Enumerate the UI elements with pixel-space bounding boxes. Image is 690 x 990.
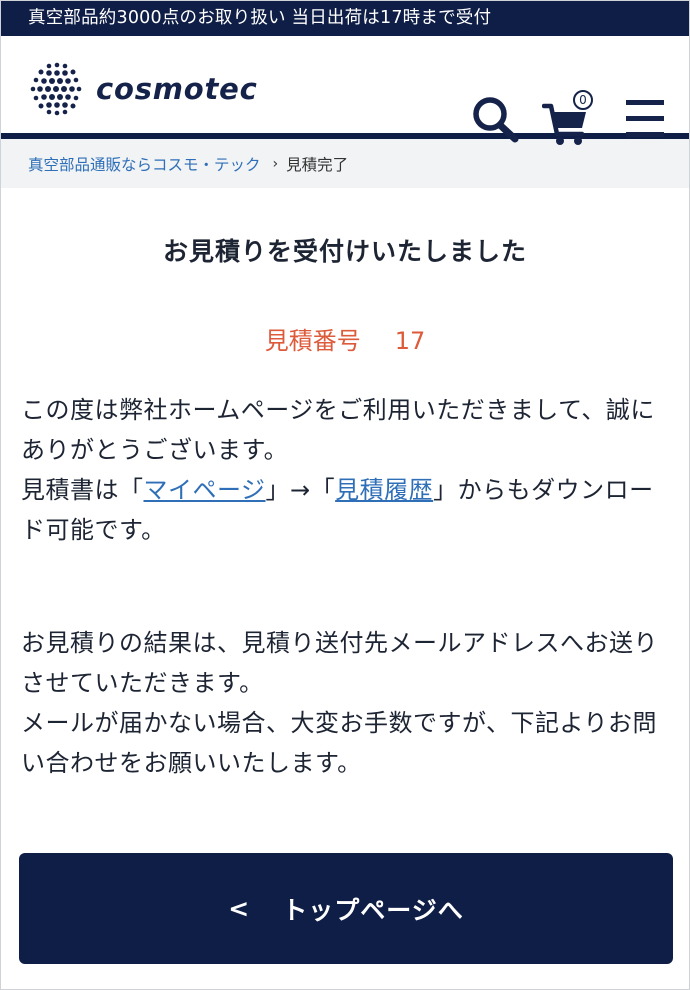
- thanks-text: この度は弊社ホームページをご利用いただきまして、誠にありがとうございます。: [21, 396, 655, 464]
- thanks-paragraph: この度は弊社ホームページをご利用いただきまして、誠にありがとうございます。 見積…: [21, 390, 669, 550]
- quote-number-label: 見積番号: [264, 327, 361, 355]
- main-content: お見積りを受付けいたしました 見積番号 17 この度は弊社ホームページをご利用いた…: [1, 232, 689, 783]
- top-page-button[interactable]: < トップページへ: [19, 853, 673, 964]
- logo-text: cosmotec: [96, 72, 258, 106]
- download-text-prefix: 見積書は「: [21, 476, 144, 504]
- site-header: cosmotec 0: [1, 36, 689, 145]
- contact-text: メールが届かない場合、大変お手数ですが、下記よりお問い合わせをお願いいたします。: [21, 709, 658, 777]
- top-page-button-label: トップページへ: [282, 895, 464, 925]
- download-text-middle: 」→「: [265, 476, 336, 504]
- logo-mark-icon: [30, 62, 82, 116]
- announcement-text: 真空部品約3000点のお取り扱い 当日出荷は17時まで受付: [28, 8, 492, 28]
- quote-number-value: 17: [394, 327, 426, 355]
- result-text: お見積りの結果は、見積り送付先メールアドレスへお送りさせていただきます。: [21, 629, 658, 697]
- mypage-link[interactable]: マイページ: [144, 476, 266, 504]
- quote-history-link[interactable]: 見積履歴: [335, 476, 433, 504]
- result-paragraph: お見積りの結果は、見積り送付先メールアドレスへお送りさせていただきます。 メール…: [21, 623, 669, 783]
- breadcrumb-current: 見積完了: [286, 155, 349, 174]
- breadcrumb-home-link[interactable]: 真空部品通販ならコスモ・テック: [28, 153, 261, 175]
- page-frame: 真空部品約3000点のお取り扱い 当日出荷は17時まで受付 cosmotec 0…: [0, 0, 690, 990]
- cart-button[interactable]: 0: [541, 90, 593, 152]
- announcement-bar: 真空部品約3000点のお取り扱い 当日出荷は17時まで受付: [1, 1, 689, 36]
- page-title: お見積りを受付けいたしました: [162, 237, 527, 266]
- menu-button[interactable]: [625, 98, 665, 144]
- search-icon: [473, 97, 519, 143]
- logo[interactable]: cosmotec: [28, 60, 258, 118]
- search-button[interactable]: [469, 94, 521, 150]
- chevron-left-icon: <: [228, 894, 251, 923]
- hamburger-menu-icon: [626, 100, 664, 137]
- breadcrumb-separator: ›: [272, 155, 279, 172]
- quote-number-row: 見積番号 17: [21, 321, 669, 356]
- cart-count-badge: 0: [573, 90, 593, 110]
